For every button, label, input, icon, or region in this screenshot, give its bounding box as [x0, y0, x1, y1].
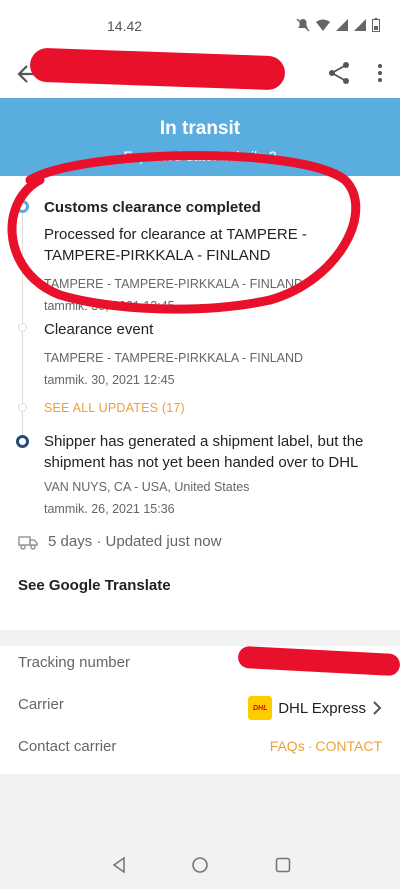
event-title: Clearance event	[44, 321, 154, 338]
carrier-name: DHL Express	[278, 699, 366, 717]
timeline-dot	[18, 323, 27, 332]
home-nav-icon[interactable]	[191, 856, 209, 874]
carrier-row[interactable]: Carrier DHL DHL Express	[18, 696, 382, 720]
timeline-dot-origin	[16, 435, 29, 448]
contact-links: FAQs · CONTACT	[270, 738, 382, 754]
tracking-label: Tracking number	[18, 654, 130, 671]
faqs-link[interactable]: FAQs	[270, 738, 305, 754]
truck-icon	[18, 535, 38, 550]
redaction-scribble	[29, 47, 286, 91]
battery-icon	[372, 18, 380, 32]
wifi-icon	[316, 19, 330, 31]
shipment-status: In transit	[159, 118, 241, 139]
app-bar	[0, 47, 400, 98]
google-translate-link[interactable]: See Google Translate	[18, 577, 171, 594]
status-bar: 14.42	[0, 0, 400, 50]
signal-icon	[336, 19, 348, 31]
contact-link[interactable]: CONTACT	[315, 738, 382, 754]
more-options-icon[interactable]	[370, 60, 390, 86]
system-nav-bar	[0, 842, 400, 889]
chevron-right-icon	[373, 701, 382, 715]
eta-row: 5 days · Updated just now	[18, 533, 221, 550]
status-icons	[296, 18, 380, 32]
event-title: Shipper has generated a shipment label, …	[44, 433, 364, 471]
status-time: 14.42	[107, 18, 143, 34]
event-timestamp: tammik. 26, 2021 15:36	[44, 502, 175, 516]
event-location: VAN NUYS, CA - USA, United States	[44, 480, 250, 494]
event-timestamp: tammik. 30, 2021 12:45	[44, 373, 175, 387]
contact-row: Contact carrier FAQs · CONTACT	[18, 738, 382, 760]
carrier-value[interactable]: DHL DHL Express	[248, 696, 382, 720]
mute-icon	[296, 18, 310, 32]
separator: ·	[307, 738, 313, 754]
shipment-details: Tracking number Carrier DHL DHL Express …	[0, 645, 400, 774]
see-all-updates-link[interactable]: SEE ALL UPDATES (17)	[44, 401, 185, 415]
timeline-event: Clearance event TAMPERE - TAMPERE-PIRKKA…	[44, 320, 384, 388]
timeline-event: Shipper has generated a shipment label, …	[44, 431, 384, 517]
eta-text: 5 days · Updated just now	[48, 533, 222, 550]
red-circle-annotation	[7, 151, 361, 314]
share-icon[interactable]	[326, 60, 352, 86]
contact-label: Contact carrier	[18, 738, 117, 755]
signal-icon-2	[354, 19, 366, 31]
timeline-dot	[18, 403, 27, 412]
carrier-label: Carrier	[18, 696, 64, 713]
back-nav-icon[interactable]	[110, 856, 128, 874]
recents-nav-icon[interactable]	[274, 856, 292, 874]
dhl-logo: DHL	[248, 696, 273, 720]
event-location: TAMPERE - TAMPERE-PIRKKALA - FINLAND	[44, 351, 304, 365]
